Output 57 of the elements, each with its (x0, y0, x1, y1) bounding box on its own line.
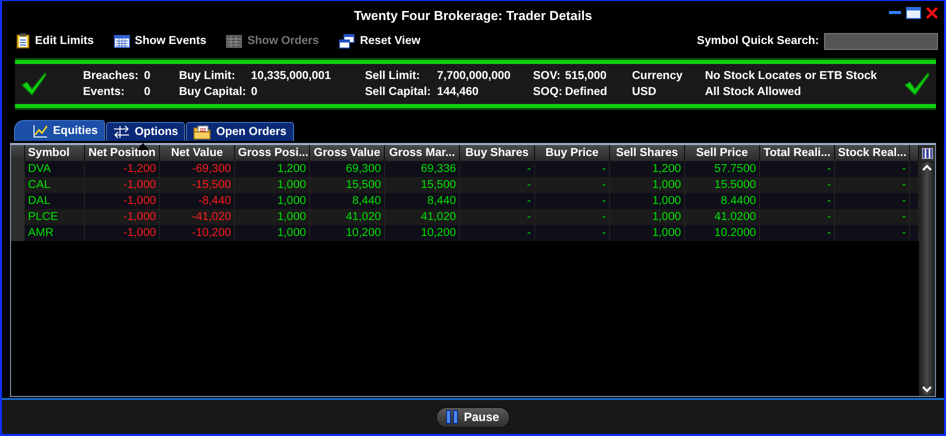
checkmark-icon (904, 72, 930, 96)
summary-value: No Stock Locates or ETB Stock (705, 70, 878, 82)
toolbar-button[interactable]: Reset View (338, 34, 420, 48)
close-icon[interactable] (926, 7, 938, 19)
table-cell: 10.2000 (685, 225, 760, 241)
scrollbar[interactable] (920, 162, 934, 395)
summary-value: 0 (144, 70, 152, 82)
calendar-icon (114, 34, 130, 48)
summary-label: Sell Limit: (365, 70, 421, 82)
summary-label: Currency (632, 70, 684, 82)
tab[interactable]: Open Orders (186, 122, 294, 141)
table-cell: - (460, 225, 535, 241)
arrows-icon (112, 125, 130, 139)
tab[interactable]: Equities (14, 120, 105, 141)
table-cell: - (535, 225, 610, 241)
window-title: Twenty Four Brokerage: Trader Details (354, 8, 592, 23)
table-cell: -1,000 (85, 225, 160, 241)
tab[interactable]: Options (106, 122, 186, 141)
summary-value: 144,460 (437, 86, 480, 98)
line-chart-icon (33, 124, 48, 138)
clipboard-icon (16, 33, 30, 49)
minimize-icon[interactable] (889, 11, 901, 15)
pause-icon (446, 410, 458, 424)
summary-value: 0 (144, 86, 152, 98)
column-chooser-icon[interactable] (922, 148, 932, 158)
table-cell: 1,000 (235, 225, 310, 241)
summary-label: Buy Capital: (179, 86, 248, 98)
windows-icon (338, 34, 355, 48)
summary-label: SOQ: (533, 86, 564, 98)
table-cell: 10,200 (310, 225, 385, 241)
search-label: Symbol Quick Search: (696, 35, 819, 47)
summary-label: Sell Capital: (365, 86, 432, 98)
maximize-icon[interactable] (906, 7, 921, 19)
summary-value: 0 (251, 86, 258, 98)
summary-value: 515,000 (565, 70, 608, 82)
summary-label: SOV: (533, 70, 562, 82)
summary-value: Defined (565, 86, 608, 98)
search-field[interactable] (824, 32, 938, 50)
table-cell: 10,200 (385, 225, 460, 241)
summary-label: Buy Limit: (179, 70, 236, 82)
pause-button[interactable]: Pause (436, 406, 510, 428)
table-cell: - (760, 225, 835, 241)
folder-icon (193, 124, 212, 140)
summary-value: 10,335,000,001 (251, 70, 332, 82)
summary-value: All Stock Allowed (705, 86, 802, 98)
summary-label: Events: (83, 86, 126, 98)
toolbar-button[interactable]: Edit Limits (16, 33, 94, 49)
checkmark-icon (21, 72, 47, 96)
summary-value: 7,700,000,000 (437, 70, 512, 82)
table-cell: - (835, 225, 910, 241)
toolbar-button[interactable]: Show Events (114, 34, 206, 48)
table-cell: -10,200 (160, 225, 235, 241)
table-cell: 1,000 (610, 225, 685, 241)
summary-label: Breaches: (83, 70, 140, 82)
grid-icon (226, 34, 242, 48)
table-cell: AMR (25, 225, 85, 241)
summary-label: USD (632, 86, 658, 98)
